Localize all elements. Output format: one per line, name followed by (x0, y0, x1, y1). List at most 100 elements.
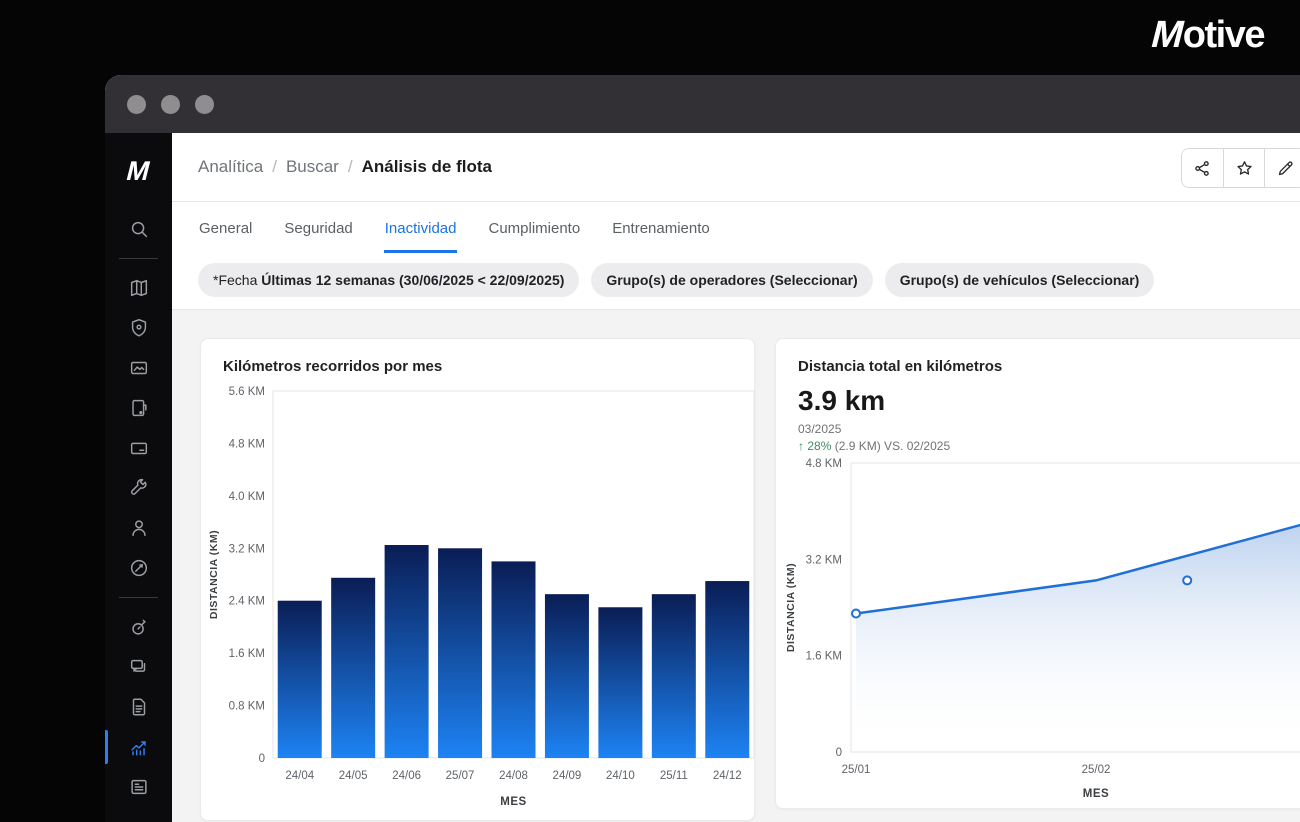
wrench-icon (128, 477, 150, 499)
svg-text:MES: MES (500, 796, 526, 808)
sidebar-item-safety[interactable] (105, 308, 172, 348)
filter-chip-grupos-vehiculos[interactable]: Grupo(s) de vehículos (Seleccionar) (885, 263, 1155, 297)
breadcrumb-analitica[interactable]: Analítica (198, 157, 263, 177)
sidebar-item-drivers[interactable] (105, 508, 172, 548)
filter-chip-value: Grupo(s) de vehículos (Seleccionar) (900, 272, 1140, 288)
sidebar-item-fuel-card[interactable] (105, 428, 172, 468)
delta-up-arrow: ↑ (798, 439, 804, 453)
motive-wordmark-rest: otive (1183, 14, 1264, 56)
breadcrumb-separator: / (348, 157, 353, 177)
breadcrumb-buscar[interactable]: Buscar (286, 157, 339, 177)
svg-text:0.8 KM: 0.8 KM (229, 701, 265, 713)
svg-text:24/12: 24/12 (713, 770, 742, 782)
bar-chart: 0 0.8 KM 1.6 KM 2.4 KM 3.2 KM 4.0 KM 4.8 KM 5.6… (201, 375, 756, 820)
tab-seguridad[interactable]: Seguridad (283, 202, 353, 253)
stat-total-distance: 3.9 km (776, 375, 1300, 417)
sidebar-logo-m: M (123, 156, 153, 187)
filter-chip-grupos-operadores[interactable]: Grupo(s) de operadores (Seleccionar) (591, 263, 872, 297)
page-title: Análisis de flota (362, 157, 492, 177)
window-minimize-button[interactable] (161, 95, 180, 114)
map-icon (128, 277, 150, 299)
person-icon (128, 517, 150, 539)
sidebar-item-documents[interactable] (105, 687, 172, 727)
top-brand-strip: Motive (0, 0, 1300, 75)
sidebar-item-dashcam[interactable] (105, 348, 172, 388)
sidebar: M (105, 133, 172, 822)
sidebar-logo[interactable]: M (127, 147, 150, 195)
window-zoom-button[interactable] (195, 95, 214, 114)
breadcrumb-separator: / (272, 157, 277, 177)
star-icon (1235, 159, 1254, 178)
filter-chip-value: Grupo(s) de operadores (Seleccionar) (606, 272, 857, 288)
svg-text:1.6 KM: 1.6 KM (806, 651, 842, 663)
svg-text:24/09: 24/09 (553, 770, 582, 782)
pencil-icon (1276, 159, 1295, 178)
sidebar-item-search[interactable] (105, 209, 172, 249)
filter-chip-fecha[interactable]: *Fecha Últimas 12 semanas (30/06/2025 < … (198, 263, 579, 297)
svg-text:25/01: 25/01 (842, 764, 871, 776)
svg-text:0: 0 (259, 753, 265, 765)
image-icon (128, 357, 150, 379)
search-icon (128, 218, 150, 240)
svg-text:24/05: 24/05 (339, 770, 368, 782)
main-panel: Analítica / Buscar / Análisis de flota (172, 133, 1300, 822)
svg-text:4.8 KM: 4.8 KM (229, 438, 265, 450)
header-actions (1181, 148, 1300, 188)
shield-icon (128, 317, 150, 339)
sidebar-item-analytics[interactable] (105, 727, 172, 767)
tab-inactividad[interactable]: Inactividad (384, 202, 458, 253)
window-titlebar (105, 75, 1300, 133)
delta-percent: 28% (807, 439, 831, 453)
edit-button[interactable] (1264, 149, 1300, 187)
sidebar-item-messages[interactable] (105, 647, 172, 687)
analytics-icon (128, 736, 150, 758)
stat-period: 03/2025 (776, 417, 1300, 436)
sidebar-item-tracking[interactable] (105, 607, 172, 647)
list-icon (128, 776, 150, 798)
share-icon (1193, 159, 1212, 178)
card-kilometros-por-mes: Kilómetros recorridos por mes 00.8 KM1.6… (200, 338, 755, 821)
stat-delta: ↑ 28% (2.9 KM) VS. 02/2025 (776, 436, 1300, 453)
favorite-button[interactable] (1223, 149, 1264, 187)
svg-text:24/04: 24/04 (285, 770, 314, 782)
filter-chip-prefix: *Fecha (213, 272, 257, 288)
svg-text:4.0 KM: 4.0 KM (229, 491, 265, 503)
tab-entrenamiento[interactable]: Entrenamiento (611, 202, 711, 253)
svg-text:5.6 KM: 5.6 KM (229, 386, 265, 398)
window-close-button[interactable] (127, 95, 146, 114)
svg-text:3.2 KM: 3.2 KM (806, 554, 842, 566)
svg-text:DISTANCIA (KM): DISTANCIA (KM) (785, 563, 797, 652)
motive-wordmark: Motive (1152, 14, 1264, 57)
svg-text:2.4 KM: 2.4 KM (229, 596, 265, 608)
sidebar-item-reports[interactable] (105, 767, 172, 807)
share-button[interactable] (1182, 149, 1223, 187)
card-icon (128, 437, 150, 459)
svg-text:25/07: 25/07 (446, 770, 475, 782)
tab-cumplimiento[interactable]: Cumplimiento (487, 202, 581, 253)
sidebar-divider (119, 597, 158, 598)
tab-general[interactable]: General (198, 202, 253, 253)
tab-bar: General Seguridad Inactividad Cumplimien… (172, 202, 1300, 253)
svg-text:3.2 KM: 3.2 KM (229, 543, 265, 555)
sidebar-item-map[interactable] (105, 268, 172, 308)
filter-bar: *Fecha Últimas 12 semanas (30/06/2025 < … (172, 253, 1300, 310)
sidebar-item-maintenance[interactable] (105, 468, 172, 508)
device-icon (128, 397, 150, 419)
compass-icon (128, 557, 150, 579)
sidebar-item-eld-device[interactable] (105, 388, 172, 428)
filter-chip-value: Últimas 12 semanas (30/06/2025 < 22/09/2… (261, 272, 564, 288)
svg-text:1.6 KM: 1.6 KM (229, 648, 265, 660)
page-header: Analítica / Buscar / Análisis de flota (172, 133, 1300, 202)
svg-text:0: 0 (836, 747, 842, 759)
sidebar-item-dispatch[interactable] (105, 548, 172, 588)
svg-text:MES: MES (1083, 788, 1109, 800)
svg-text:DISTANCIA (KM): DISTANCIA (KM) (208, 530, 220, 619)
svg-text:24/06: 24/06 (392, 770, 421, 782)
svg-text:24/10: 24/10 (606, 770, 635, 782)
svg-text:24/08: 24/08 (499, 770, 528, 782)
svg-text:25/11: 25/11 (660, 770, 688, 782)
dashboard-content: Kilómetros recorridos por mes 00.8 KM1.6… (172, 310, 1300, 822)
svg-text:4.8 KM: 4.8 KM (806, 458, 842, 470)
card-distancia-total: Distancia total en kilómetros 3.9 km 03/… (775, 338, 1300, 809)
stopwatch-icon (128, 616, 150, 638)
